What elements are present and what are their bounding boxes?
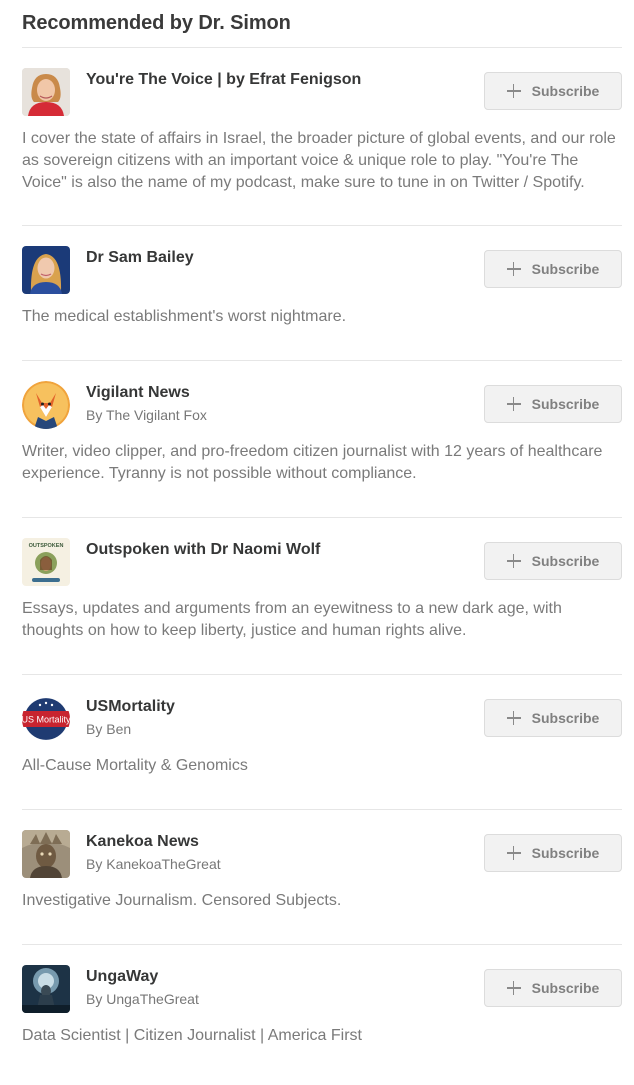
publication-avatar[interactable]: OUTSPOKEN [22,538,70,586]
recommendation-item: Vigilant News By The Vigilant Fox Subscr… [22,361,622,485]
subscribe-button[interactable]: Subscribe [484,834,622,872]
subscribe-label: Subscribe [531,396,600,412]
publication-description: Writer, video clipper, and pro-freedom c… [22,443,603,482]
subscribe-label: Subscribe [531,710,600,726]
publication-title[interactable]: UngaWay [86,967,158,987]
recommendation-item: You're The Voice | by Efrat Fenigson Sub… [22,48,622,194]
publication-avatar[interactable] [22,830,70,878]
subscribe-label: Subscribe [531,83,600,99]
publication-avatar[interactable]: US Mortality [22,695,70,743]
publication-avatar[interactable] [22,68,70,116]
recommendations-section: Recommended by Dr. Simon You're The Voic… [22,0,622,1047]
recommendation-item: US Mortality USMortality By Ben Subscrib… [22,675,622,777]
recommendation-item: Dr Sam Bailey Subscribe The medical esta… [22,226,622,328]
plus-icon [506,262,521,276]
avatar-wordmark: OUTSPOKEN [29,543,64,549]
subscribe-button[interactable]: Subscribe [484,969,622,1007]
subscribe-button[interactable]: Subscribe [484,72,622,110]
publication-title[interactable]: You're The Voice | by Efrat Fenigson [86,70,361,90]
subscribe-label: Subscribe [531,553,600,569]
publication-author[interactable]: By UngaTheGreat [86,990,199,1008]
publication-author[interactable]: By Ben [86,720,131,738]
subscribe-label: Subscribe [531,980,600,996]
publication-description: The medical establishment's worst nightm… [22,308,347,325]
publication-avatar[interactable] [22,965,70,1013]
plus-icon [506,846,521,860]
publication-author[interactable]: By KanekoaTheGreat [86,855,221,873]
publication-author[interactable]: By The Vigilant Fox [86,406,207,424]
avatar-wordmark: US Mortality [22,715,70,725]
subscribe-label: Subscribe [531,845,600,861]
publication-description: Essays, updates and arguments from an ey… [22,600,562,639]
subscribe-button[interactable]: Subscribe [484,542,622,580]
recommendation-item: Kanekoa News By KanekoaTheGreat Subscrib… [22,810,622,912]
section-heading: Recommended by Dr. Simon [22,12,291,34]
publication-avatar[interactable] [22,381,70,429]
recommendation-item: UngaWay By UngaTheGreat Subscribe Data S… [22,945,622,1047]
publication-avatar[interactable] [22,246,70,294]
plus-icon [506,981,521,995]
subscribe-label: Subscribe [531,261,600,277]
publication-description: Data Scientist | Citizen Journalist | Am… [22,1027,362,1044]
plus-icon [506,84,521,98]
subscribe-button[interactable]: Subscribe [484,385,622,423]
publication-description: I cover the state of affairs in Israel, … [22,130,616,191]
publication-title[interactable]: Dr Sam Bailey [86,248,194,268]
subscribe-button[interactable]: Subscribe [484,699,622,737]
publication-title[interactable]: USMortality [86,697,175,717]
subscribe-button[interactable]: Subscribe [484,250,622,288]
publication-description: Investigative Journalism. Censored Subje… [22,892,342,909]
publication-title[interactable]: Vigilant News [86,383,190,403]
publication-description: All-Cause Mortality & Genomics [22,757,248,774]
plus-icon [506,554,521,568]
recommendation-item: OUTSPOKEN Outspoken with Dr Naomi Wolf S… [22,518,622,642]
publication-title[interactable]: Kanekoa News [86,832,199,852]
publication-title[interactable]: Outspoken with Dr Naomi Wolf [86,540,320,560]
plus-icon [506,397,521,411]
plus-icon [506,711,521,725]
